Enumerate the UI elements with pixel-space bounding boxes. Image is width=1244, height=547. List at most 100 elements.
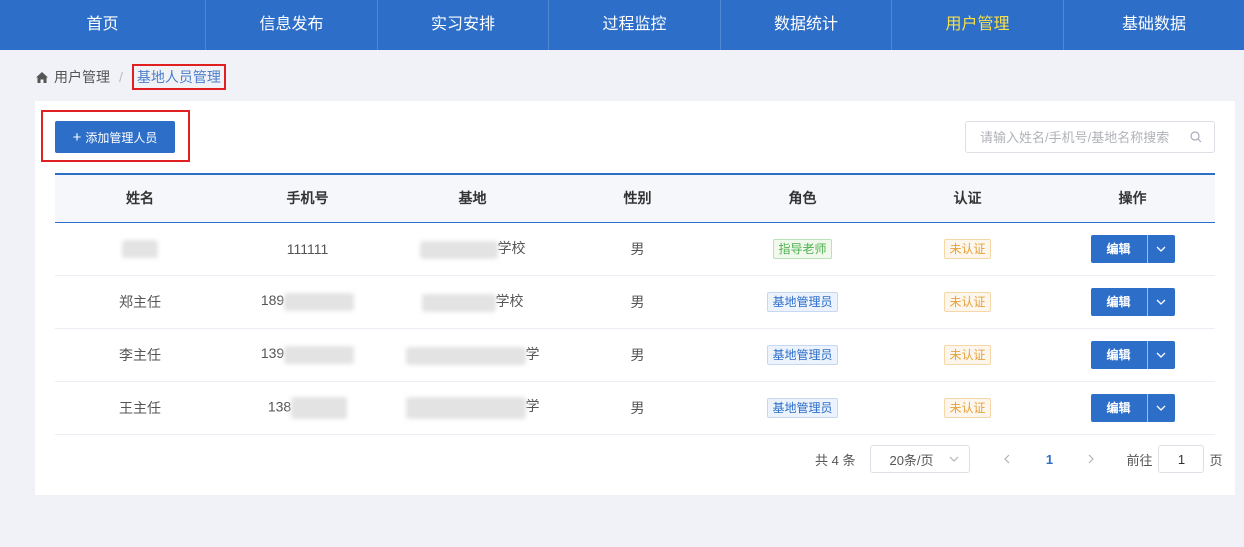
edit-dropdown-toggle[interactable] [1146, 234, 1175, 263]
search-box [965, 121, 1215, 153]
cell-name: 王主任 [119, 399, 161, 416]
cell-phone: 111111 [286, 240, 329, 257]
cell-auth: 未认证 [885, 328, 1050, 381]
edit-button[interactable]: 编辑 [1091, 288, 1147, 316]
edit-split-button: 编辑 [1090, 234, 1175, 263]
plus-icon: + [72, 128, 82, 146]
add-manager-button[interactable]: + 添加管理人员 [55, 121, 175, 153]
cell-auth: 未认证 [885, 222, 1050, 275]
cell-base: 学 [390, 328, 555, 381]
redacted-base [405, 346, 526, 365]
nav-item-user-management[interactable]: 用户管理 [892, 0, 1064, 50]
edit-dropdown-toggle[interactable] [1146, 393, 1175, 422]
role-tag: 基地管理员 [767, 291, 838, 312]
chevron-down-icon [1156, 246, 1166, 252]
cell-actions: 编辑 [1050, 275, 1215, 328]
next-page-button[interactable] [1076, 445, 1106, 473]
pagination: 共 4 条 20条/页 1 前往 页 [815, 445, 1223, 473]
search-input[interactable] [980, 129, 1190, 145]
cell-phone: 139 [225, 328, 390, 381]
auth-status-badge: 未认证 [944, 291, 991, 312]
edit-button[interactable]: 编辑 [1091, 341, 1147, 369]
chevron-down-icon [1156, 299, 1166, 305]
role-tag: 基地管理员 [767, 397, 838, 418]
chevron-down-icon [1156, 352, 1166, 358]
add-manager-label: 添加管理人员 [85, 130, 158, 145]
cell-phone: 138 [225, 381, 390, 434]
redacted-name [122, 239, 158, 258]
edit-button[interactable]: 编辑 [1091, 394, 1147, 422]
pagination-total: 共 4 条 [815, 452, 856, 468]
nav-item-monitoring[interactable]: 过程监控 [549, 0, 721, 50]
goto-suffix: 页 [1209, 452, 1223, 468]
cell-role: 指导老师 [720, 222, 885, 275]
breadcrumb: 用户管理 / 基地人员管理 [36, 64, 226, 90]
nav-item-statistics[interactable]: 数据统计 [721, 0, 892, 50]
column-header-gender: 性别 [623, 190, 652, 207]
auth-status-badge: 未认证 [944, 397, 991, 418]
cell-phone: 189 [225, 275, 390, 328]
search-icon[interactable] [1190, 131, 1202, 143]
cell-actions: 编辑 [1050, 328, 1215, 381]
cell-auth: 未认证 [885, 275, 1050, 328]
cell-name [55, 222, 225, 275]
nav-item-home[interactable]: 首页 [0, 0, 206, 50]
goto-page-input[interactable] [1158, 445, 1205, 473]
chevron-down-icon [1156, 405, 1166, 411]
page-size-select[interactable]: 20条/页 [870, 445, 971, 473]
edit-split-button: 编辑 [1090, 287, 1175, 316]
cell-role: 基地管理员 [720, 328, 885, 381]
edit-dropdown-toggle[interactable] [1146, 287, 1175, 316]
cell-name: 郑主任 [119, 293, 161, 310]
cell-gender: 男 [630, 240, 645, 257]
edit-split-button: 编辑 [1090, 340, 1175, 369]
cell-auth: 未认证 [885, 381, 1050, 434]
nav-item-info-publish[interactable]: 信息发布 [206, 0, 378, 50]
cell-gender: 男 [630, 399, 645, 416]
cell-name: 李主任 [119, 346, 161, 363]
cell-base: 学 [390, 381, 555, 434]
auth-status-badge: 未认证 [944, 344, 991, 365]
breadcrumb-parent[interactable]: 用户管理 [54, 67, 110, 87]
chevron-left-icon [1004, 454, 1010, 464]
redacted-base [419, 240, 498, 259]
prev-page-button[interactable] [992, 445, 1022, 473]
cell-base: 学校 [390, 222, 555, 275]
top-navigation: 首页 信息发布 实习安排 过程监控 数据统计 用户管理 基础数据 [0, 0, 1244, 50]
edit-button[interactable]: 编辑 [1091, 235, 1147, 263]
table-row: 郑主任 189 学校 男 基地管理员 未认证 编辑 [55, 275, 1215, 328]
home-icon [36, 71, 48, 83]
cell-base: 学校 [390, 275, 555, 328]
cell-gender: 男 [630, 293, 645, 310]
redacted-phone [291, 396, 348, 419]
auth-status-badge: 未认证 [944, 238, 991, 259]
column-header-auth: 认证 [953, 190, 982, 207]
role-tag: 指导老师 [773, 238, 832, 259]
redacted-phone [284, 345, 355, 364]
table-row: 李主任 139 学 男 基地管理员 未认证 编辑 [55, 328, 1215, 381]
nav-item-basic-data[interactable]: 基础数据 [1064, 0, 1244, 50]
edit-dropdown-toggle[interactable] [1146, 340, 1175, 369]
page-number-current[interactable]: 1 [1034, 452, 1064, 467]
chevron-down-icon [950, 456, 959, 462]
chevron-right-icon [1089, 454, 1095, 464]
breadcrumb-separator: / [119, 69, 123, 85]
column-header-name: 姓名 [126, 190, 154, 207]
cell-gender: 男 [630, 346, 645, 363]
content-panel: + 添加管理人员 姓名 手机号 基地 性别 角色 认证 操作 [35, 101, 1235, 495]
column-header-base: 基地 [458, 190, 487, 207]
cell-actions: 编辑 [1050, 222, 1215, 275]
nav-item-internship[interactable]: 实习安排 [378, 0, 549, 50]
table-row: 111111 学校 男 指导老师 未认证 编辑 [55, 222, 1215, 275]
cell-actions: 编辑 [1050, 381, 1215, 434]
column-header-phone: 手机号 [286, 190, 329, 207]
column-header-actions: 操作 [1118, 190, 1147, 207]
goto-label: 前往 [1126, 452, 1153, 468]
edit-split-button: 编辑 [1090, 393, 1175, 422]
table-row: 王主任 138 学 男 基地管理员 未认证 编辑 [55, 381, 1215, 434]
table-header: 姓名 手机号 基地 性别 角色 认证 操作 [55, 174, 1215, 222]
page-size-value: 20条/页 [889, 452, 934, 468]
redacted-phone [284, 292, 355, 311]
cell-role: 基地管理员 [720, 381, 885, 434]
role-tag: 基地管理员 [767, 344, 838, 365]
